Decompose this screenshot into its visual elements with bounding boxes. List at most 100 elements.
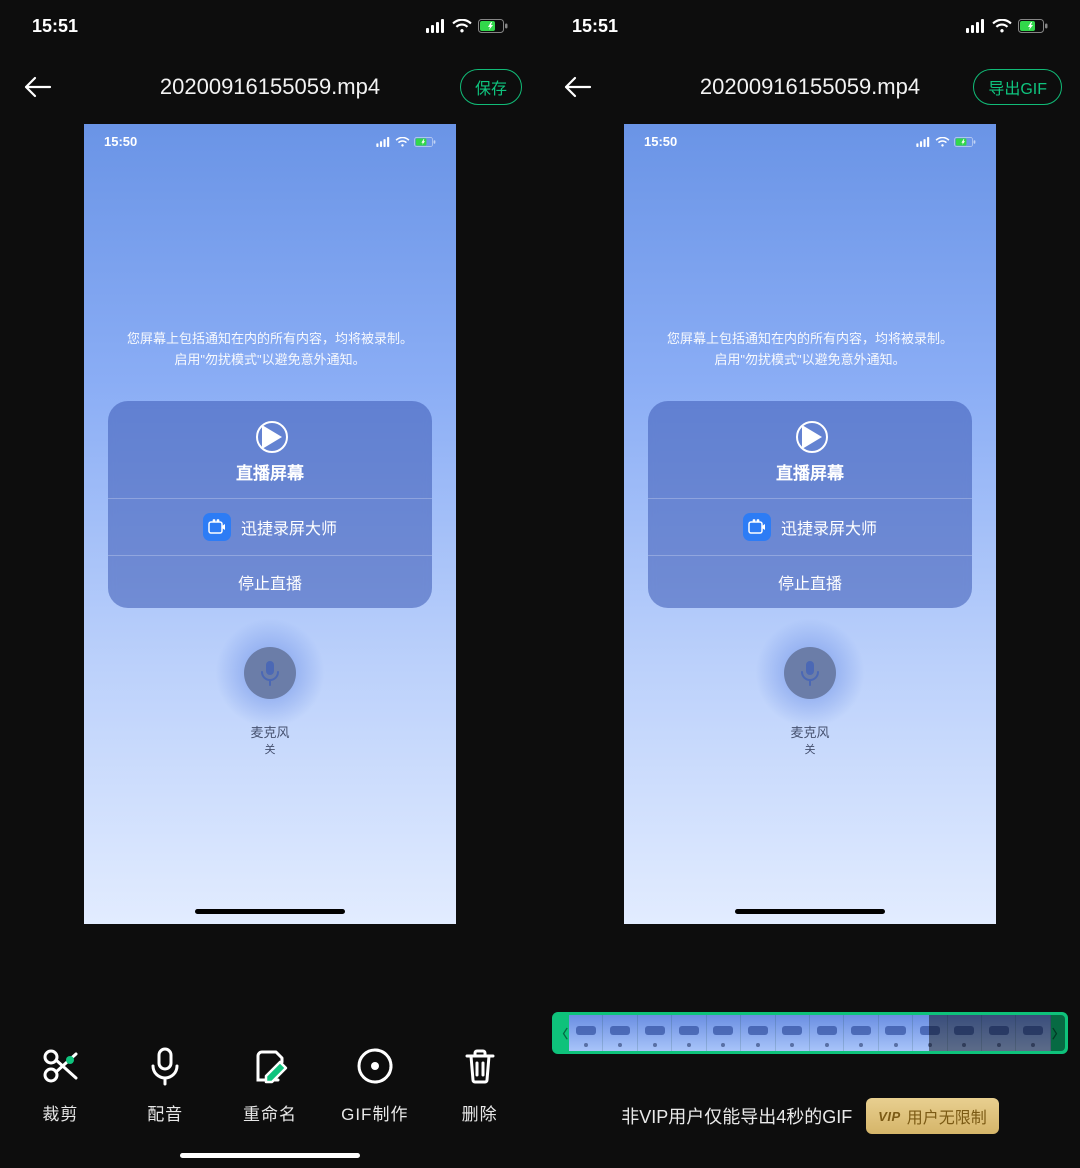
mic-icon — [259, 660, 281, 686]
broadcast-app-row: 迅捷录屏大师 — [108, 498, 432, 555]
preview-status-time: 15:50 — [644, 134, 677, 149]
timeline-frame[interactable] — [638, 1015, 672, 1051]
timeline-frame[interactable] — [776, 1015, 810, 1051]
notice-line1: 您屏幕上包括通知在内的所有内容，均将被录制。 — [84, 329, 456, 350]
play-circle-icon — [788, 419, 832, 455]
vip-badge-label: 用户无限制 — [907, 1104, 987, 1128]
stop-broadcast-button: 停止直播 — [648, 555, 972, 608]
mic-halo — [755, 618, 865, 728]
mic-icon — [799, 660, 821, 686]
rename-button[interactable]: 重命名 — [226, 1046, 314, 1125]
mic-label: 麦克风 — [790, 722, 829, 741]
mic-state: 关 — [265, 741, 276, 757]
gif-button[interactable]: GIF制作 — [331, 1046, 419, 1125]
scissors-icon — [40, 1046, 80, 1086]
save-button[interactable]: 保存 — [460, 69, 522, 105]
dub-label: 配音 — [147, 1100, 183, 1125]
page-title: 20200916155059.mp4 — [700, 74, 920, 100]
signal-icon — [916, 137, 931, 147]
video-preview[interactable]: 15:50 您屏幕上包括通知在内的所有内容，均将被录制。 启用"勿扰模式"以避免… — [84, 124, 456, 924]
vip-upgrade-button[interactable]: VIP 用户无限制 — [866, 1098, 998, 1134]
stop-broadcast-button: 停止直播 — [108, 555, 432, 608]
timeline-handle-left[interactable]: 〈 — [555, 1025, 569, 1042]
preview-area: 15:50 您屏幕上包括通知在内的所有内容，均将被录制。 启用"勿扰模式"以避免… — [540, 122, 1080, 998]
preview-home-indicator — [735, 909, 885, 914]
wifi-icon — [992, 19, 1012, 33]
play-circle-icon — [248, 419, 292, 455]
status-time: 15:51 — [572, 16, 618, 37]
timeline-frame[interactable] — [810, 1015, 844, 1051]
recording-notice: 您屏幕上包括通知在内的所有内容，均将被录制。 启用"勿扰模式"以避免意外通知。 — [624, 329, 996, 371]
notice-line2: 启用"勿扰模式"以避免意外通知。 — [84, 350, 456, 371]
app-icon — [203, 513, 231, 541]
battery-icon — [1018, 19, 1048, 33]
battery-icon — [414, 137, 436, 147]
trim-button[interactable]: 裁剪 — [16, 1046, 104, 1125]
trash-icon — [460, 1046, 500, 1086]
notice-line2: 启用"勿扰模式"以避免意外通知。 — [624, 350, 996, 371]
wifi-icon — [935, 137, 950, 147]
trim-label: 裁剪 — [42, 1100, 78, 1125]
broadcast-app-name: 迅捷录屏大师 — [781, 515, 877, 539]
timeline-frame[interactable] — [603, 1015, 637, 1051]
preview-home-indicator — [195, 909, 345, 914]
mic-toggle — [784, 647, 836, 699]
wifi-icon — [395, 137, 410, 147]
broadcast-card: 直播屏幕 迅捷录屏大师 停止直播 — [108, 401, 432, 608]
delete-label: 删除 — [462, 1100, 498, 1125]
broadcast-app-name: 迅捷录屏大师 — [241, 515, 337, 539]
preview-status-icons — [376, 134, 436, 149]
status-time: 15:51 — [32, 16, 78, 37]
back-button[interactable] — [558, 67, 598, 107]
status-icons — [426, 19, 508, 33]
status-bar: 15:51 — [540, 0, 1080, 52]
status-bar: 15:51 — [0, 0, 540, 52]
battery-icon — [954, 137, 976, 147]
nav-bar: 20200916155059.mp4 保存 — [0, 52, 540, 122]
mic-toggle — [244, 647, 296, 699]
preview-status-bar: 15:50 — [624, 124, 996, 149]
export-gif-button[interactable]: 导出GIF — [973, 69, 1062, 105]
recording-notice: 您屏幕上包括通知在内的所有内容，均将被录制。 启用"勿扰模式"以避免意外通知。 — [84, 329, 456, 371]
nav-bar: 20200916155059.mp4 导出GIF — [540, 52, 1080, 122]
timeline-frame[interactable] — [569, 1015, 603, 1051]
broadcast-header: 直播屏幕 — [108, 401, 432, 498]
gif-label: GIF制作 — [341, 1100, 408, 1125]
wifi-icon — [452, 19, 472, 33]
edit-icon — [250, 1046, 290, 1086]
app-icon — [743, 513, 771, 541]
rename-label: 重命名 — [243, 1100, 297, 1125]
timeline-frame[interactable] — [741, 1015, 775, 1051]
broadcast-title: 直播屏幕 — [776, 459, 844, 484]
timeline-frame[interactable] — [879, 1015, 913, 1051]
signal-icon — [966, 19, 986, 33]
timeline-disabled-region — [929, 1015, 1065, 1051]
timeline-frame[interactable] — [672, 1015, 706, 1051]
mic-block: 麦克风 关 — [624, 634, 996, 757]
preview-status-time: 15:50 — [104, 134, 137, 149]
broadcast-title: 直播屏幕 — [236, 459, 304, 484]
video-preview[interactable]: 15:50 您屏幕上包括通知在内的所有内容，均将被录制。 启用"勿扰模式"以避免… — [624, 124, 996, 924]
delete-button[interactable]: 删除 — [436, 1046, 524, 1125]
back-button[interactable] — [18, 67, 58, 107]
preview-status-bar: 15:50 — [84, 124, 456, 149]
dub-button[interactable]: 配音 — [121, 1046, 209, 1125]
vip-logo-icon: VIP — [878, 1109, 900, 1124]
signal-icon — [426, 19, 446, 33]
notice-line1: 您屏幕上包括通知在内的所有内容，均将被录制。 — [624, 329, 996, 350]
page-title: 20200916155059.mp4 — [160, 74, 380, 100]
battery-icon — [478, 19, 508, 33]
home-indicator — [180, 1153, 360, 1158]
broadcast-app-row: 迅捷录屏大师 — [648, 498, 972, 555]
mic-block: 麦克风 关 — [84, 634, 456, 757]
vip-notice-text: 非VIP用户仅能导出4秒的GIF — [621, 1103, 852, 1129]
timeline-frame[interactable] — [844, 1015, 878, 1051]
status-icons — [966, 19, 1048, 33]
bottom-toolbar: 裁剪 配音 重命名 GIF制作 删除 — [0, 1020, 540, 1125]
gif-timeline[interactable]: 〈 〉 — [552, 1012, 1068, 1054]
mic-state: 关 — [805, 741, 816, 757]
timeline-frame[interactable] — [707, 1015, 741, 1051]
preview-status-icons — [916, 134, 976, 149]
broadcast-card: 直播屏幕 迅捷录屏大师 停止直播 — [648, 401, 972, 608]
left-screen: 15:51 20200916155059.mp4 保存 15:50 您屏 — [0, 0, 540, 1168]
